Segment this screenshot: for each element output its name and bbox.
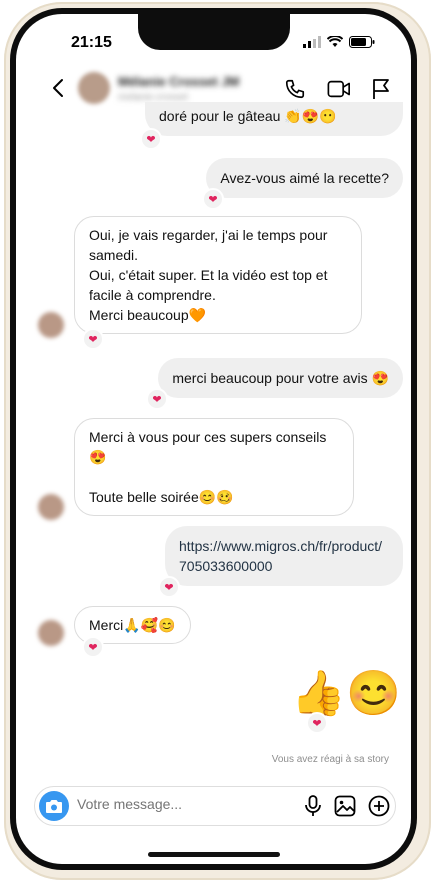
heart-icon: ❤ xyxy=(208,193,218,206)
camera-button[interactable] xyxy=(39,791,69,821)
heart-reaction[interactable]: ❤ xyxy=(140,128,162,150)
home-indicator[interactable] xyxy=(148,852,280,857)
phone-icon xyxy=(285,79,305,99)
call-button[interactable] xyxy=(282,76,308,102)
plus-icon xyxy=(368,795,390,817)
heart-reaction[interactable]: ❤ xyxy=(82,636,104,658)
sender-avatar[interactable] xyxy=(38,312,64,338)
flag-icon xyxy=(373,79,389,99)
message-thread: doré pour le gâteau 👏😍😶 ❤ Avez-vous aimé… xyxy=(16,102,411,784)
status-icons xyxy=(303,36,375,48)
dynamic-island xyxy=(138,14,290,50)
battery-icon xyxy=(349,36,375,48)
message-text: doré pour le gâteau 👏😍😶 xyxy=(159,108,337,124)
message-line: Merci beaucoup🧡 xyxy=(89,307,207,323)
message-text: Avez-vous aimé la recette? xyxy=(220,170,389,186)
message-line: Merci à vous pour ces supers conseils xyxy=(89,429,327,445)
video-icon xyxy=(327,80,350,98)
message-outgoing[interactable]: https://www.migros.ch/fr/product/ 705033… xyxy=(165,526,403,586)
contact-avatar[interactable] xyxy=(78,72,110,104)
heart-reaction[interactable]: ❤ xyxy=(202,188,224,210)
message-incoming[interactable]: Merci à vous pour ces supers conseils 😍 … xyxy=(74,418,354,516)
status-time: 21:15 xyxy=(71,34,112,51)
message-outgoing[interactable]: merci beaucoup pour votre avis 😍 xyxy=(158,358,403,398)
heart-reaction[interactable]: ❤ xyxy=(306,712,328,734)
video-call-button[interactable] xyxy=(326,76,352,102)
story-reaction-note: Vous avez réagi à sa story xyxy=(271,754,389,765)
message-composer xyxy=(34,786,396,826)
message-line: Toute belle soirée😊🥴 xyxy=(89,489,234,505)
emoji-message[interactable]: 👍😊 xyxy=(291,670,401,718)
message-outgoing[interactable]: doré pour le gâteau 👏😍😶 xyxy=(145,102,403,136)
back-button[interactable] xyxy=(46,74,70,102)
heart-icon: ❤ xyxy=(146,133,156,146)
screen: 21:15 Mélanie Crosset JM melanie.crosset… xyxy=(16,14,411,864)
heart-icon: ❤ xyxy=(88,641,98,654)
more-button[interactable] xyxy=(367,794,391,818)
signal-icon xyxy=(303,36,321,48)
message-line: Oui, je vais regarder, j'ai le temps pou… xyxy=(89,227,328,243)
heart-icon: ❤ xyxy=(312,717,322,730)
sender-avatar[interactable] xyxy=(38,494,64,520)
back-icon xyxy=(53,79,63,97)
voice-button[interactable] xyxy=(301,794,325,818)
message-line: facile à comprendre. xyxy=(89,287,216,303)
message-text: Merci🙏🥰😊 xyxy=(89,617,176,633)
message-line: samedi. xyxy=(89,247,139,263)
message-line: Oui, c'était super. Et la vidéo est top … xyxy=(89,267,328,283)
camera-icon xyxy=(46,800,62,813)
image-icon xyxy=(334,795,356,817)
message-input[interactable] xyxy=(77,796,277,812)
heart-icon: ❤ xyxy=(152,393,162,406)
message-incoming[interactable]: Oui, je vais regarder, j'ai le temps pou… xyxy=(74,216,362,334)
microphone-icon xyxy=(305,795,321,816)
wifi-icon xyxy=(327,36,343,47)
sender-avatar[interactable] xyxy=(38,620,64,646)
message-line: 😍 xyxy=(89,449,107,465)
report-button[interactable] xyxy=(368,76,394,102)
heart-icon: ❤ xyxy=(88,333,98,346)
contact-name[interactable]: Mélanie Crosset JM xyxy=(118,74,239,89)
heart-reaction[interactable]: ❤ xyxy=(158,576,180,598)
link-line[interactable]: 705033600000 xyxy=(179,556,389,576)
heart-reaction[interactable]: ❤ xyxy=(82,328,104,350)
message-line xyxy=(89,467,339,487)
heart-icon: ❤ xyxy=(164,581,174,594)
link-line[interactable]: https://www.migros.ch/fr/product/ xyxy=(179,536,389,556)
message-outgoing[interactable]: Avez-vous aimé la recette? xyxy=(206,158,403,198)
message-text: merci beaucoup pour votre avis 😍 xyxy=(172,370,389,386)
heart-reaction[interactable]: ❤ xyxy=(146,388,168,410)
gallery-button[interactable] xyxy=(333,794,357,818)
